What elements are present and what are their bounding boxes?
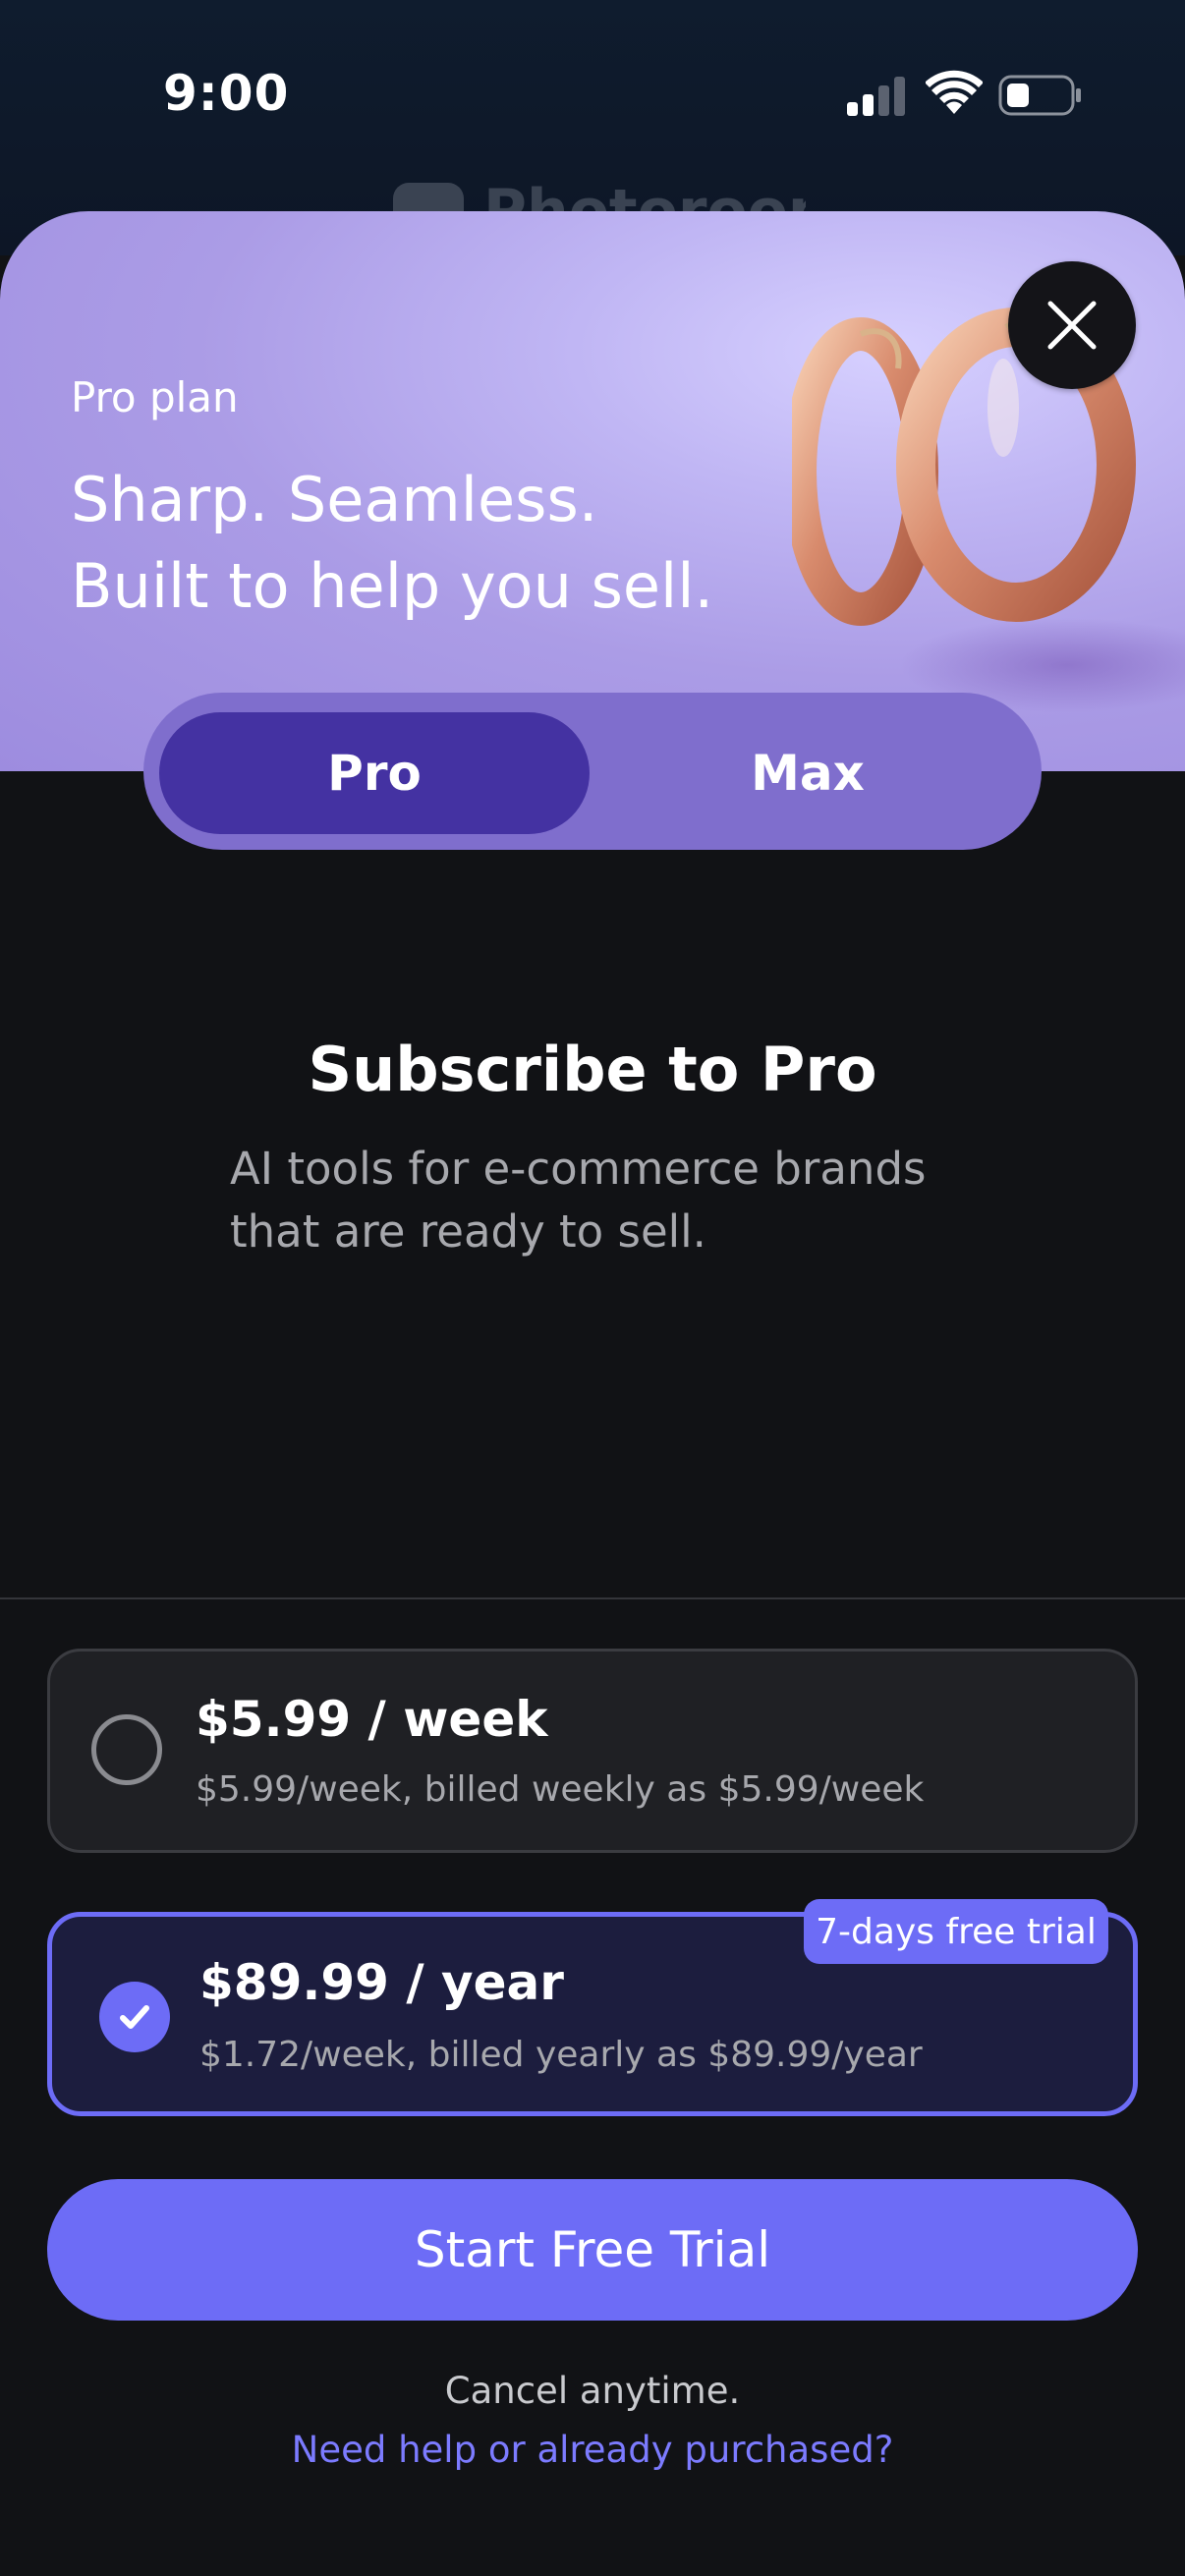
- hero-banner: Pro plan Sharp. Seamless. Built to help …: [0, 211, 1185, 771]
- hero-title-line: Sharp. Seamless.: [71, 464, 598, 535]
- plan-option-weekly[interactable]: $5.99 / week $5.99/week, billed weekly a…: [47, 1649, 1138, 1853]
- plan-price: $5.99 / week: [196, 1691, 548, 1748]
- plan-price: $89.99 / year: [199, 1954, 564, 2011]
- battery-icon: [998, 75, 1081, 116]
- plan-detail: $1.72/week, billed yearly as $89.99/year: [199, 2035, 923, 2075]
- plan-label: Pro plan: [71, 373, 239, 421]
- cancel-anytime-text: Cancel anytime.: [444, 2370, 741, 2412]
- toggle-option-pro[interactable]: Pro: [159, 712, 590, 834]
- status-bar: 9:00: [0, 0, 1185, 196]
- radio-checked-icon[interactable]: [99, 1982, 170, 2052]
- toggle-option-max[interactable]: Max: [590, 712, 1026, 834]
- start-free-trial-button[interactable]: Start Free Trial: [47, 2179, 1138, 2321]
- cellular-signal-icon: [847, 77, 905, 116]
- plan-detail: $5.99/week, billed weekly as $5.99/week: [196, 1769, 925, 1810]
- checkmark-icon: [120, 2005, 149, 2029]
- radio-unchecked-icon[interactable]: [91, 1714, 162, 1785]
- help-link[interactable]: Need help or already purchased?: [0, 2429, 1185, 2471]
- close-icon: [1047, 301, 1097, 350]
- hero-title-line: Built to help you sell.: [71, 550, 714, 622]
- page-title: Subscribe to Pro: [308, 1034, 877, 1105]
- divider: [0, 1597, 1185, 1599]
- free-trial-badge: 7-days free trial: [804, 1899, 1108, 1964]
- status-time: 9:00: [163, 65, 290, 122]
- hero-title: Sharp. Seamless. Built to help you sell.: [71, 457, 713, 630]
- plan-toggle: Pro Max: [143, 693, 1042, 850]
- wifi-icon: [926, 70, 983, 114]
- close-button[interactable]: [1008, 261, 1136, 389]
- page-description: AI tools for e-commerce brands that are …: [230, 1143, 927, 1258]
